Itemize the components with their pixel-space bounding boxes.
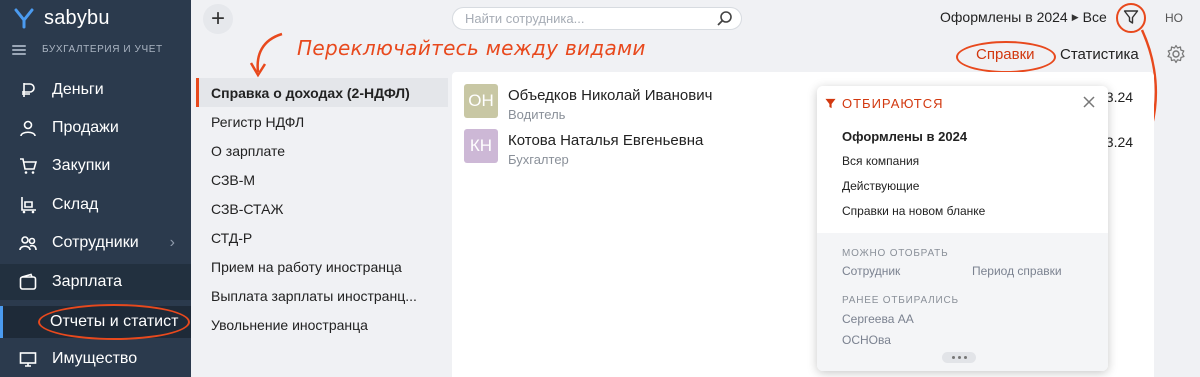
filter-scope[interactable]: Все <box>1083 9 1107 25</box>
report-types-list: Справка о доходах (2-НДФЛ) Регистр НДФЛ … <box>196 78 448 339</box>
filter-popup: ОТБИРАЮТСЯ Оформлены в 2024 Вся компания… <box>817 86 1108 371</box>
active-filter-item[interactable]: Оформлены в 2024 <box>842 129 967 144</box>
warehouse-icon <box>18 195 38 215</box>
section-subtitle: БУХГАЛТЕРИЯ И УЧЕТ <box>42 44 163 55</box>
active-indicator <box>0 306 3 338</box>
gear-icon[interactable] <box>1166 44 1186 64</box>
sidebar-item-label: Зарплата <box>52 273 123 290</box>
filter-highlight-ellipse <box>1116 3 1146 33</box>
employees-icon <box>18 233 38 253</box>
purchases-icon <box>18 156 38 176</box>
employee-role: Бухгалтер <box>508 152 569 167</box>
report-type-item[interactable]: СЗВ-СТАЖ <box>196 194 448 223</box>
active-filter-item[interactable]: Вся компания <box>842 154 919 168</box>
report-type-item[interactable]: СЗВ-М <box>196 165 448 194</box>
user-avatar[interactable]: НО <box>1165 11 1183 25</box>
funnel-icon <box>825 98 836 109</box>
report-type-item[interactable]: Регистр НДФЛ <box>196 107 448 136</box>
logo-text: sabybu <box>44 6 110 29</box>
search-input[interactable] <box>452 7 742 30</box>
sidebar-item-label: Закупки <box>52 157 111 174</box>
report-type-item[interactable]: О зарплате <box>196 136 448 165</box>
popup-title-text: ОТБИРАЮТСЯ <box>842 96 944 111</box>
employee-name: Объедков Николай Иванович <box>508 87 713 104</box>
report-type-item[interactable]: Прием на работу иностранца <box>196 252 448 281</box>
section-header: БУХГАЛТЕРИЯ И УЧЕТ <box>12 44 163 55</box>
filter-option-employee[interactable]: Сотрудник <box>842 264 900 278</box>
wallet-icon <box>18 272 38 292</box>
sidebar-item-money[interactable]: Деньги <box>0 72 191 108</box>
sidebar-item-label: Деньги <box>52 81 104 98</box>
tab-highlight-ellipse <box>956 41 1056 73</box>
caret-right-icon: ▶ <box>1071 11 1079 22</box>
available-section-label: МОЖНО ОТОБРАТЬ <box>842 248 949 259</box>
sidebar-item-label: Продажи <box>52 119 119 136</box>
avatar: КН <box>464 129 498 163</box>
popup-title: ОТБИРАЮТСЯ <box>825 96 944 111</box>
employee-role: Водитель <box>508 107 566 122</box>
employee-name: Котова Наталья Евгеньевна <box>508 132 704 149</box>
report-type-item[interactable]: Выплата зарплаты иностранц... <box>196 281 448 310</box>
sidebar-item-label: Склад <box>52 196 99 213</box>
sales-icon <box>18 118 38 138</box>
active-filter-item[interactable]: Справки на новом бланке <box>842 204 985 218</box>
sidebar-item-property[interactable]: Имущество <box>0 341 191 377</box>
active-filter-item[interactable]: Действующие <box>842 179 919 193</box>
previous-section-label: РАНЕЕ ОТБИРАЛИСЬ <box>842 295 959 306</box>
sidebar-item-salary[interactable]: Зарплата <box>0 264 191 300</box>
annotation-text: Переключайтесь между видами <box>297 36 646 60</box>
report-type-item[interactable]: Увольнение иностранца <box>196 310 448 339</box>
sidebar-item-warehouse[interactable]: Склад <box>0 187 191 223</box>
sidebar-item-label: Сотрудники <box>52 234 139 251</box>
highlight-ellipse <box>38 304 190 340</box>
avatar: ОН <box>464 84 498 118</box>
sidebar-item-employees[interactable]: Сотрудники › <box>0 225 191 261</box>
sidebar-item-label: Имущество <box>52 350 138 367</box>
previous-filter-item[interactable]: Сергеева АА <box>842 312 914 326</box>
tab-statistics[interactable]: Статистика <box>1060 46 1139 63</box>
filter-summary[interactable]: Оформлены в 2024 ▶ Все <box>940 9 1107 25</box>
chevron-right-icon[interactable]: › <box>170 234 175 252</box>
money-icon <box>18 80 38 100</box>
previous-filter-item[interactable]: ОСНОва <box>842 333 891 347</box>
filter-period[interactable]: Оформлены в 2024 <box>940 9 1068 25</box>
report-type-item[interactable]: СТД-Р <box>196 223 448 252</box>
close-icon[interactable] <box>1082 95 1096 109</box>
filter-option-period[interactable]: Период справки <box>972 264 1062 278</box>
sidebar-item-sales[interactable]: Продажи <box>0 110 191 146</box>
add-button[interactable]: + <box>203 4 233 34</box>
more-button[interactable] <box>942 352 976 363</box>
menu-icon[interactable] <box>12 44 26 55</box>
app-logo[interactable]: sabybu <box>12 6 110 30</box>
search-icon[interactable] <box>716 10 734 28</box>
report-type-item[interactable]: Справка о доходах (2-НДФЛ) <box>196 78 448 107</box>
saby-logo-icon <box>14 8 34 29</box>
sidebar-item-purchases[interactable]: Закупки <box>0 148 191 184</box>
property-icon <box>18 349 38 369</box>
